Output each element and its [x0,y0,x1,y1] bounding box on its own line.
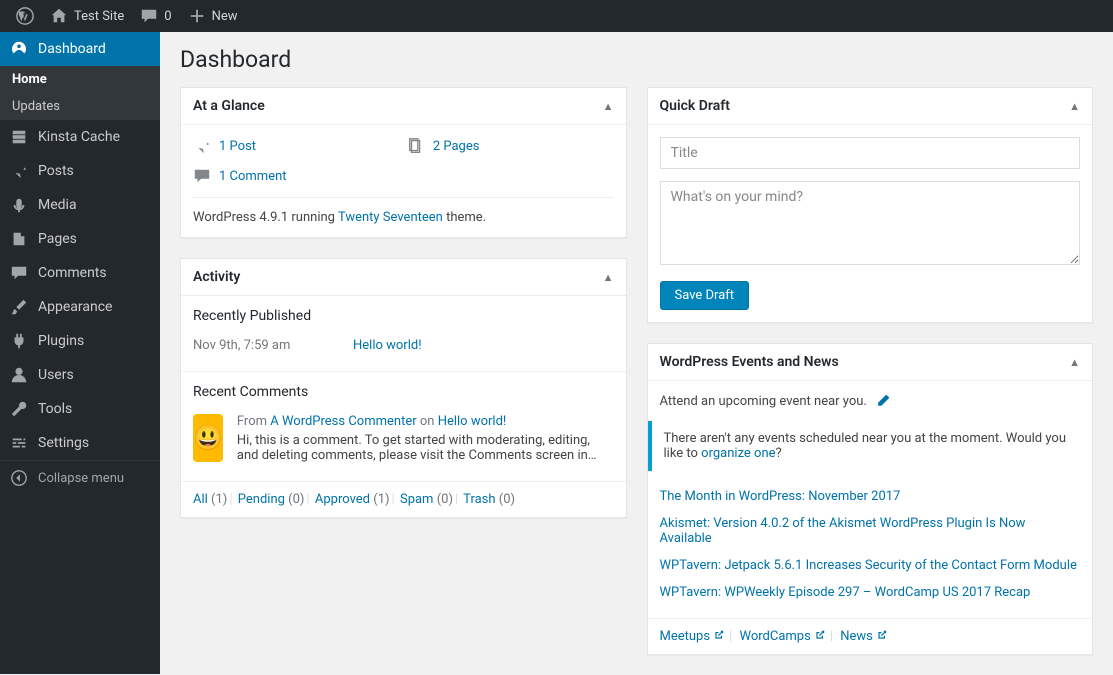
glance-posts-link[interactable]: 1 Post [219,139,256,154]
toolbar-new[interactable]: New [180,0,246,32]
plug-icon [10,332,28,350]
glance-comments: 1 Comment [193,167,395,185]
published-date: Nov 9th, 7:59 am [193,338,313,353]
version-text: WordPress 4.9.1 running Twenty Seventeen… [193,197,614,225]
plus-icon [188,7,206,25]
cache-icon [10,128,28,146]
comment-icon [10,264,28,282]
menu-kinsta-cache[interactable]: Kinsta Cache [0,120,160,154]
menu-comments[interactable]: Comments [0,256,160,290]
comment-body: Hi, this is a comment. To get started wi… [237,433,614,463]
save-draft-button[interactable]: Save Draft [660,281,750,310]
box-quick-draft: Quick Draft ▲ Save Draft [647,87,1094,323]
no-events-notice: There aren't any events scheduled near y… [648,421,1093,471]
brush-icon [10,298,28,316]
box-events-news: WordPress Events and News ▲ Attend an up… [647,343,1094,655]
menu-tools[interactable]: Tools [0,392,160,426]
new-label: New [212,9,238,24]
news-footer: Meetups| WordCamps| News [648,618,1093,654]
pages-icon [407,137,425,155]
menu-dashboard[interactable]: Dashboard [0,32,160,66]
toolbar-comments[interactable]: 0 [132,0,179,32]
comment-icon [193,167,211,185]
attend-line: Attend an upcoming event near you. [660,393,1081,421]
menu-media[interactable]: Media [0,188,160,222]
divider [181,371,626,372]
avatar: 😃 [193,414,223,462]
comment-post-link[interactable]: Hello world! [438,414,507,429]
comment-filters: All (1)| Pending (0)| Approved (1)| Spam… [181,481,626,517]
glance-title: At a Glance [193,98,265,114]
news-link[interactable]: WPTavern: Jetpack 5.6.1 Increases Securi… [660,558,1077,573]
filter-all[interactable]: All [193,492,208,507]
activity-title: Activity [193,269,240,285]
glance-posts: 1 Post [193,137,395,155]
news-link[interactable]: Akismet: Version 4.0.2 of the Akismet Wo… [660,516,1026,546]
filter-spam[interactable]: Spam [400,492,434,507]
page-title: Dashboard [180,46,1093,73]
news-footer-link[interactable]: News [840,629,888,644]
toggle-icon[interactable]: ▲ [1069,356,1080,369]
pin-icon [10,162,28,180]
box-activity: Activity ▲ Recently Published Nov 9th, 7… [180,258,627,518]
pin-icon [193,137,211,155]
menu-pages[interactable]: Pages [0,222,160,256]
filter-pending[interactable]: Pending [238,492,285,507]
external-icon [876,629,888,641]
box-at-a-glance: At a Glance ▲ 1 Post 2 Pages 1 Comment W… [180,87,627,238]
pages-icon [10,230,28,248]
sliders-icon [10,434,28,452]
external-icon [814,629,826,641]
wordcamps-link[interactable]: WordCamps [740,629,826,644]
published-item: Nov 9th, 7:59 am Hello world! [193,332,614,359]
wrench-icon [10,400,28,418]
glance-pages-link[interactable]: 2 Pages [433,139,480,154]
site-link[interactable]: Test Site [42,0,132,32]
menu-settings[interactable]: Settings [0,426,160,460]
news-list: The Month in WordPress: November 2017 Ak… [660,483,1081,606]
collapse-icon [10,469,28,487]
draft-title-input[interactable] [660,137,1081,169]
toggle-icon[interactable]: ▲ [603,100,614,113]
external-icon [713,629,725,641]
news-link[interactable]: The Month in WordPress: November 2017 [660,489,901,504]
theme-link[interactable]: Twenty Seventeen [338,210,443,225]
organize-link[interactable]: organize one [701,446,775,461]
submenu-updates[interactable]: Updates [0,93,160,120]
dashboard-icon [10,40,28,58]
collapse-menu[interactable]: Collapse menu [0,460,160,495]
menu-posts[interactable]: Posts [0,154,160,188]
media-icon [10,196,28,214]
draft-body-input[interactable] [660,181,1081,265]
site-name: Test Site [74,9,124,24]
menu-appearance[interactable]: Appearance [0,290,160,324]
glance-pages: 2 Pages [407,137,609,155]
menu-plugins[interactable]: Plugins [0,324,160,358]
commenter-link[interactable]: A WordPress Commenter [270,414,416,429]
filter-approved[interactable]: Approved [315,492,370,507]
recent-comments-h: Recent Comments [193,384,614,400]
toggle-icon[interactable]: ▲ [1069,100,1080,113]
filter-trash[interactable]: Trash [463,492,495,507]
edit-icon[interactable] [875,393,891,409]
comment-icon [140,7,158,25]
news-link[interactable]: WPTavern: WPWeekly Episode 297 – WordCam… [660,585,1031,600]
wp-logo[interactable] [8,0,42,32]
comment-count: 0 [164,9,171,24]
submenu-home[interactable]: Home [0,66,160,93]
meetups-link[interactable]: Meetups [660,629,726,644]
quick-draft-title: Quick Draft [660,98,730,114]
toggle-icon[interactable]: ▲ [603,271,614,284]
recently-published-h: Recently Published [193,308,614,324]
comment-item: 😃 From A WordPress Commenter on Hello wo… [193,408,614,469]
user-icon [10,366,28,384]
events-title: WordPress Events and News [660,354,839,370]
published-title-link[interactable]: Hello world! [353,338,422,353]
menu-users[interactable]: Users [0,358,160,392]
comment-meta: From A WordPress Commenter on Hello worl… [237,414,614,429]
glance-comments-link[interactable]: 1 Comment [219,169,287,184]
home-icon [50,7,68,25]
